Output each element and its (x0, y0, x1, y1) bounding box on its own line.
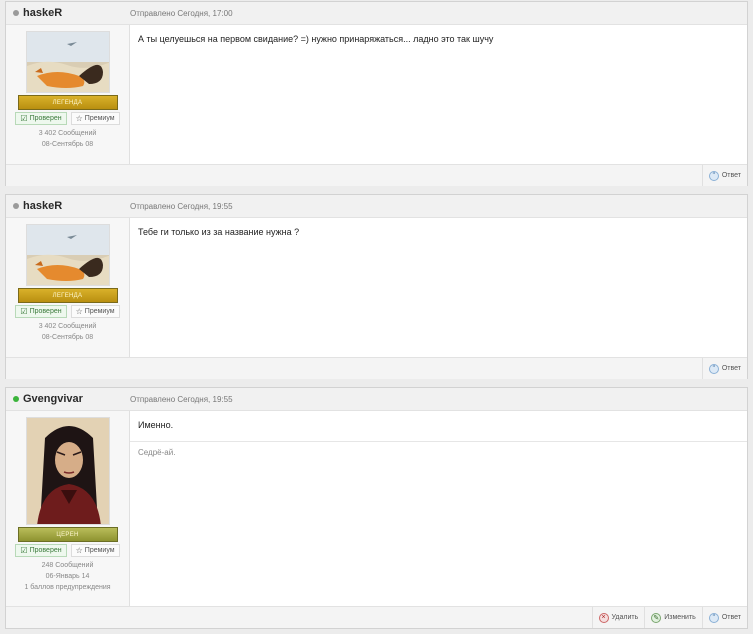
join-date: 08-Сентябрь 08 (41, 334, 94, 341)
offline-status-icon (13, 10, 19, 16)
join-date: 08-Сентябрь 08 (41, 141, 94, 148)
author-cell: haskeR (6, 7, 130, 19)
author-sidebar: ЦЕРЕН ☑ Проверен ☆ Премиум 248 Сообщений 0… (6, 411, 130, 606)
delete-button[interactable]: × Удалить (591, 607, 645, 628)
author-name-link[interactable]: haskeR (23, 200, 62, 212)
post-message: А ты целуешься на первом свидание? =) ну… (138, 34, 494, 44)
signature: Седрё-ай. (138, 448, 176, 457)
avatar[interactable] (25, 417, 110, 525)
reply-label: Ответ (721, 172, 741, 179)
verified-badge[interactable]: ☑ Проверен (15, 305, 67, 318)
premium-label: Премиум (84, 308, 115, 315)
premium-label: Премиум (84, 547, 115, 554)
avatar[interactable] (25, 31, 110, 93)
post-footer: “Ответ (6, 164, 747, 186)
edit-button[interactable]: ✎ Изменить (644, 607, 702, 628)
post-header: haskeR Отправлено Сегодня, 17:00 (6, 2, 747, 25)
post-content: Тебе ги только из за название нужна ? (130, 218, 747, 357)
delete-label: Удалить (611, 614, 639, 621)
post-message: Именно. (138, 420, 174, 430)
post-content: А ты целуешься на первом свидание? =) ну… (130, 25, 747, 164)
post-footer: “Ответ (6, 357, 747, 379)
post: Gvengvivar Отправлено Сегодня, 19:55 ЦЕР… (5, 387, 748, 629)
delete-icon: × (598, 612, 609, 623)
post-content: Именно. Седрё-ай. (130, 411, 747, 606)
badges: ☑ Проверен ☆ Премиум (15, 544, 120, 557)
post: haskeR Отправлено Сегодня, 17:00 ЛЕГЕНДА… (5, 1, 748, 186)
edit-label: Изменить (664, 614, 696, 621)
reply-button[interactable]: “Ответ (701, 358, 747, 379)
verified-badge[interactable]: ☑ Проверен (15, 112, 67, 125)
post-body: ЛЕГЕНДА ☑ Проверен ☆ Премиум 3 402 Сообщен… (6, 25, 747, 164)
offline-status-icon (13, 203, 19, 209)
verified-badge[interactable]: ☑ Проверен (15, 544, 67, 557)
author-name-link[interactable]: haskeR (23, 7, 62, 19)
check-icon: ☑ (20, 546, 28, 555)
message-count: 3 402 Сообщений (38, 130, 97, 137)
premium-badge[interactable]: ☆ Премиум (70, 112, 120, 125)
message-count: 3 402 Сообщений (38, 323, 97, 330)
post-body: ЛЕГЕНДА ☑ Проверен ☆ Премиум 3 402 Сообщен… (6, 218, 747, 357)
premium-badge[interactable]: ☆ Премиум (70, 305, 120, 318)
reply-icon: “ (708, 363, 719, 374)
rank-bar: ЛЕГЕНДА (17, 95, 118, 110)
character-avatar-image (26, 418, 109, 524)
verified-label: Проверен (29, 547, 62, 554)
message-count: 248 Сообщений (41, 562, 94, 569)
reply-icon: “ (708, 612, 719, 623)
star-icon: ☆ (75, 546, 83, 555)
author-cell: haskeR (6, 200, 130, 212)
premium-badge[interactable]: ☆ Премиум (70, 544, 120, 557)
post-message: Тебе ги только из за название нужна ? (138, 227, 300, 237)
badges: ☑ Проверен ☆ Премиум (15, 112, 120, 125)
edit-icon: ✎ (651, 612, 662, 623)
star-icon: ☆ (75, 307, 83, 316)
avatar[interactable] (25, 224, 110, 286)
verified-label: Проверен (29, 115, 62, 122)
reply-button[interactable]: “Ответ (701, 165, 747, 186)
reply-icon: “ (708, 170, 719, 181)
online-status-icon (13, 396, 19, 402)
post: haskeR Отправлено Сегодня, 19:55 ЛЕГЕНДА… (5, 194, 748, 379)
author-name-link[interactable]: Gvengvivar (23, 393, 83, 405)
join-date: 06-Январь 14 (45, 573, 90, 580)
fox-avatar-image (26, 32, 109, 92)
post-header: Gvengvivar Отправлено Сегодня, 19:55 (6, 388, 747, 411)
check-icon: ☑ (20, 114, 28, 123)
check-icon: ☑ (20, 307, 28, 316)
post-body: ЦЕРЕН ☑ Проверен ☆ Премиум 248 Сообщений 0… (6, 411, 747, 606)
verified-label: Проверен (29, 308, 62, 315)
author-sidebar: ЛЕГЕНДА ☑ Проверен ☆ Премиум 3 402 Сообщен… (6, 218, 130, 357)
author-sidebar: ЛЕГЕНДА ☑ Проверен ☆ Премиум 3 402 Сообщен… (6, 25, 130, 164)
rank-bar: ЦЕРЕН (17, 527, 118, 542)
reply-label: Ответ (721, 365, 741, 372)
reply-button[interactable]: “Ответ (701, 607, 747, 628)
post-footer: × Удалить ✎ Изменить “Ответ (6, 606, 747, 628)
post-header: haskeR Отправлено Сегодня, 19:55 (6, 195, 747, 218)
author-cell: Gvengvivar (6, 393, 130, 405)
badges: ☑ Проверен ☆ Премиум (15, 305, 120, 318)
fox-avatar-image (26, 225, 109, 285)
warning-points[interactable]: 1 баллов предупреждения (24, 583, 110, 592)
star-icon: ☆ (75, 114, 83, 123)
rank-bar: ЛЕГЕНДА (17, 288, 118, 303)
reply-label: Ответ (721, 614, 741, 621)
post-date: Отправлено Сегодня, 19:55 (130, 394, 233, 404)
post-date: Отправлено Сегодня, 17:00 (130, 8, 233, 18)
post-date: Отправлено Сегодня, 19:55 (130, 201, 233, 211)
premium-label: Премиум (84, 115, 115, 122)
